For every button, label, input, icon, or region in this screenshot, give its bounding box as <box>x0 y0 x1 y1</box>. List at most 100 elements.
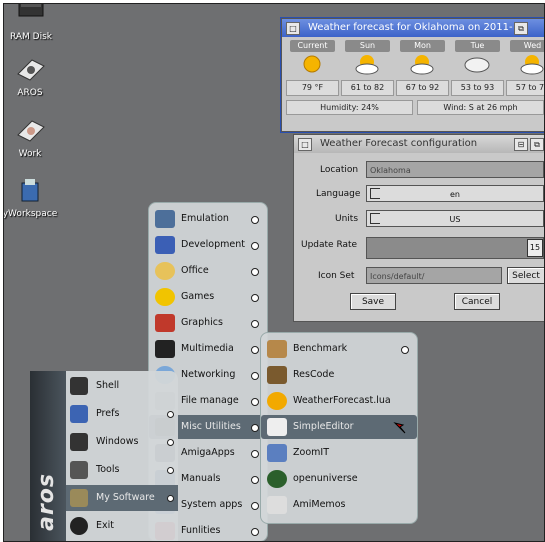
save-button[interactable]: Save <box>350 293 396 310</box>
cancel-button[interactable]: Cancel <box>454 293 500 310</box>
submenu-arrow-icon <box>167 439 174 446</box>
forecast-day: Current 79 °F <box>286 40 339 96</box>
aros-logo: aros <box>34 473 59 531</box>
submenu-arrow-icon <box>251 450 259 458</box>
submenu-arrow-icon <box>251 268 259 276</box>
shell-icon <box>70 377 88 395</box>
universe-icon <box>267 470 287 488</box>
desktop-icon-ram-disk[interactable]: RAM Disk <box>4 4 66 42</box>
menu-item-label: System apps <box>181 499 243 510</box>
desktop-icon-label: yWorkspace <box>3 209 58 219</box>
desktop-icon-label: Work <box>18 149 42 159</box>
weather-icon <box>267 392 287 410</box>
update-rate-slider[interactable]: 15 <box>366 237 544 259</box>
drive-icon <box>14 56 46 82</box>
start-item-label: Tools <box>96 464 120 475</box>
units-value: US <box>449 215 461 224</box>
submenu-arrow-icon <box>251 398 259 406</box>
update-rate-label: Update Rate <box>301 240 358 250</box>
menu-item-development[interactable]: Development <box>149 233 267 257</box>
icon-set-field[interactable]: Icons/default/ <box>366 267 502 284</box>
start-item-exit[interactable]: Exit <box>66 513 178 539</box>
menu-item-label: Emulation <box>181 213 229 224</box>
submenu-arrow-icon <box>401 346 409 354</box>
start-item-label: Windows <box>96 436 139 447</box>
depth-button[interactable]: ⧉ <box>514 22 528 35</box>
submenu-arrow-icon <box>251 294 259 302</box>
menu-item-emulation[interactable]: Emulation <box>149 207 267 231</box>
desktop-icon-workspace[interactable]: yWorkspace <box>3 177 65 219</box>
menu-item-office[interactable]: Office <box>149 259 267 283</box>
start-item-shell[interactable]: Shell <box>66 373 178 399</box>
close-button[interactable]: □ <box>298 138 312 151</box>
close-button[interactable]: □ <box>286 22 300 35</box>
submenu-arrow-icon <box>251 242 259 250</box>
home-icon <box>70 489 88 507</box>
menu-item-benchmark[interactable]: Benchmark <box>261 337 417 361</box>
select-button[interactable]: Select <box>507 267 544 284</box>
graphics-icon <box>155 314 175 332</box>
menu-item-zoomit[interactable]: ZoomIT <box>261 441 417 465</box>
start-item-windows[interactable]: Windows <box>66 429 178 455</box>
submenu-arrow-icon <box>251 476 259 484</box>
menu-item-openuniverse[interactable]: openuniverse <box>261 467 417 491</box>
depth-button[interactable]: ⧉ <box>530 138 544 151</box>
desktop-icon-aros[interactable]: AROS <box>4 56 65 98</box>
submenu-arrow-icon <box>251 528 259 536</box>
units-cycle[interactable]: US <box>366 210 544 227</box>
menu-item-label: Games <box>181 291 215 302</box>
window-title: Weather Forecast configuration <box>320 138 478 149</box>
forecast-day: Sun 61 to 82 <box>341 40 394 96</box>
submenu-arrow-icon <box>251 346 259 354</box>
start-item-my-software[interactable]: My Software <box>66 485 178 511</box>
update-rate-value: 15 <box>527 239 543 257</box>
day-temp: 79 °F <box>286 80 339 96</box>
location-label: Location <box>320 165 359 175</box>
weather-window-titlebar[interactable]: □ Weather forecast for Oklahoma on 2011-… <box>282 19 544 37</box>
menu-item-rescode[interactable]: ResCode <box>261 363 417 387</box>
zoom-button[interactable]: ⊟ <box>514 138 528 151</box>
menu-item-simpleeditor[interactable]: SimpleEditor <box>261 415 417 439</box>
submenu-arrow-icon <box>251 502 259 510</box>
menu-item-label: Multimedia <box>181 343 234 354</box>
start-item-label: Shell <box>96 380 120 391</box>
menu-item-label: Benchmark <box>293 343 348 354</box>
partly-cloudy-icon <box>396 52 449 76</box>
zoom-icon <box>267 444 287 462</box>
config-window-titlebar[interactable]: □ Weather Forecast configuration ⊟ ⧉ <box>294 135 544 153</box>
windows-icon <box>70 433 88 451</box>
forecast-day: Mon 67 to 92 <box>396 40 449 96</box>
partly-cloudy-icon <box>341 52 394 76</box>
menu-item-label: Funlities <box>181 525 221 536</box>
start-item-prefs[interactable]: Prefs <box>66 401 178 427</box>
menu-item-graphics[interactable]: Graphics <box>149 311 267 335</box>
start-item-tools[interactable]: Tools <box>66 457 178 483</box>
editor-icon <box>267 418 287 436</box>
language-label: Language <box>316 189 361 199</box>
submenu-arrow-icon <box>251 216 259 224</box>
cloud-icon <box>451 52 504 76</box>
workspace-icon <box>14 177 46 203</box>
submenu-arrow-icon <box>167 467 174 474</box>
window-title: Weather forecast for Oklahoma on 2011- <box>308 22 513 33</box>
menu-item-amimemos[interactable]: AmiMemos <box>261 493 417 517</box>
day-temp: 53 to 93 <box>451 80 504 96</box>
emulation-icon <box>155 210 175 228</box>
desktop-icon-work[interactable]: Work <box>4 117 65 159</box>
menu-item-label: AmiMemos <box>293 499 346 510</box>
location-field[interactable]: Oklahoma <box>366 161 544 178</box>
games-icon <box>155 288 175 306</box>
submenu-arrow-icon <box>251 372 259 380</box>
menu-item-label: Networking <box>181 369 236 380</box>
forecast-row: Current 79 °F Sun 61 to 82 Mon 67 to 92 <box>282 37 544 96</box>
language-cycle[interactable]: en <box>366 185 544 202</box>
menu-item-games[interactable]: Games <box>149 285 267 309</box>
menu-item-label: Office <box>181 265 209 276</box>
prefs-icon <box>70 405 88 423</box>
menu-item-label: Graphics <box>181 317 223 328</box>
menu-item-label: Manuals <box>181 473 221 484</box>
weather-info-bar: Humidity: 24% Wind: S at 26 mph <box>282 96 544 119</box>
menu-item-multimedia[interactable]: Multimedia <box>149 337 267 361</box>
menu-item-label: Misc Utilities <box>181 421 241 432</box>
menu-item-weatherforecast[interactable]: WeatherForecast.lua <box>261 389 417 413</box>
